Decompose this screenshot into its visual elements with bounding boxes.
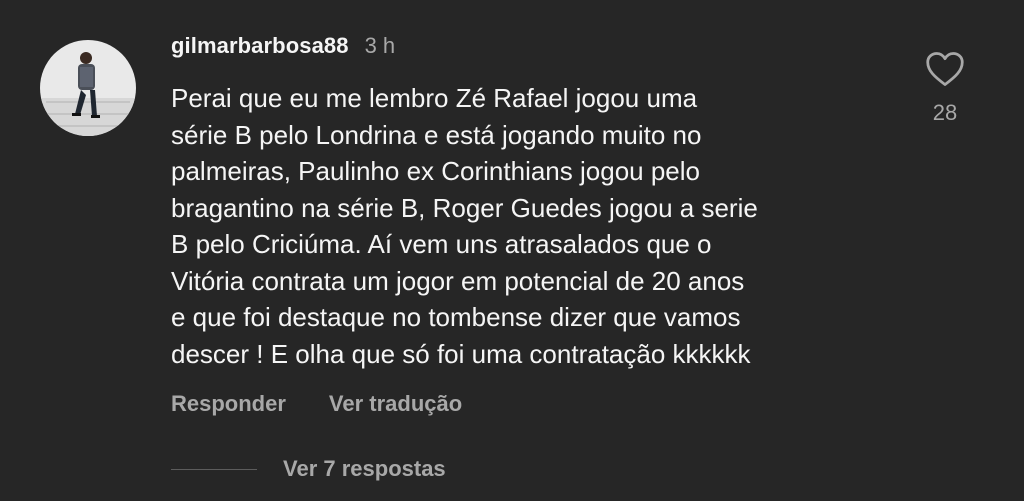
username-link[interactable]: gilmarbarbosa88: [171, 33, 349, 59]
comment-text-line: B pelo Criciúma. Aí vem uns atrasalados …: [171, 229, 712, 259]
view-replies-button[interactable]: Ver 7 respostas: [283, 456, 446, 482]
comment-item: gilmarbarbosa88 3 h Perai que eu me lemb…: [0, 0, 1024, 501]
comment-text-line: descer ! E olha que só foi uma contrataç…: [171, 338, 751, 369]
replies-toggle: Ver 7 respostas: [171, 456, 446, 482]
comment-text: Perai que eu me lembro Zé Rafael jogou u…: [171, 80, 891, 372]
comment-timestamp: 3 h: [364, 33, 396, 58]
comment-text-line: e que foi destaque no tombense dizer que…: [171, 302, 741, 332]
comment-text-line: Perai que eu me lembro Zé Rafael jogou u…: [171, 83, 698, 113]
comment-text-line: palmeiras, Paulinho ex Corinthians jogou…: [171, 156, 700, 186]
avatar[interactable]: [40, 40, 136, 136]
see-translation-button[interactable]: Ver tradução: [329, 391, 462, 417]
comment-text-line: bragantino na série B, Roger Guedes jogo…: [171, 192, 758, 223]
comment-text-line: série B pelo Londrina e está jogando mui…: [171, 119, 702, 150]
comment-text-line: Vitória contrata um jogor em potencial d…: [171, 265, 745, 296]
like-count: 28: [932, 100, 958, 125]
comment-actions: Responder Ver tradução: [171, 391, 462, 417]
heart-outline-icon[interactable]: [924, 50, 966, 88]
reply-button[interactable]: Responder: [171, 391, 286, 417]
replies-divider: [171, 468, 257, 470]
comment-header: gilmarbarbosa88 3 h: [171, 33, 395, 63]
avatar-photo: [40, 40, 136, 136]
like-control: 28: [920, 50, 970, 126]
